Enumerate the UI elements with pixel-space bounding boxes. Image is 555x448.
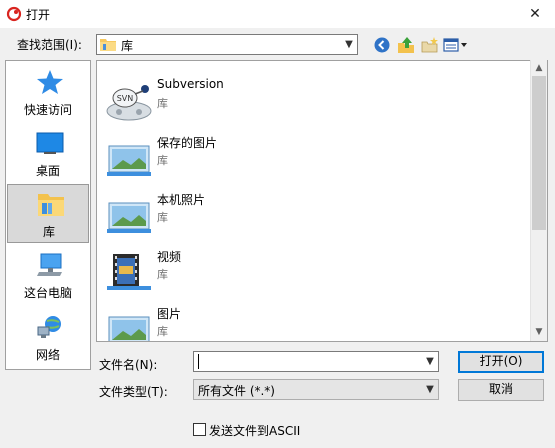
library-folder-icon	[100, 39, 116, 51]
ascii-checkbox-label[interactable]: 发送文件到ASCII	[209, 422, 300, 439]
picture-library-icon	[107, 145, 151, 176]
lookin-combo[interactable]: 库 ▼	[96, 34, 358, 55]
window-title: 打开	[26, 8, 51, 22]
place-this-pc[interactable]: 这台电脑	[7, 246, 89, 305]
star-icon	[37, 70, 63, 94]
lookin-label: 查找范围(I):	[17, 38, 82, 52]
place-label: 桌面	[35, 164, 60, 178]
place-network[interactable]: 网络	[7, 308, 89, 367]
file-list[interactable]: SVN Subversion 库 保存的图片 库 本机照片 库 视频 库 图片 …	[96, 60, 548, 342]
place-quick-access[interactable]: 快速访问	[7, 63, 89, 122]
place-label: 这台电脑	[23, 286, 72, 300]
list-item-saved-pictures[interactable]: 保存的图片 库	[105, 134, 525, 184]
chevron-down-icon[interactable]: ▼	[422, 352, 438, 371]
filename-input[interactable]: ▼	[193, 351, 439, 372]
close-button[interactable]: ✕	[520, 2, 550, 26]
list-item-videos[interactable]: 视频 库	[105, 248, 525, 298]
list-item-camera-roll[interactable]: 本机照片 库	[105, 191, 525, 241]
place-label: 快速访问	[23, 103, 72, 117]
place-label: 网络	[35, 348, 60, 362]
list-item-subversion[interactable]: SVN Subversion 库	[105, 77, 525, 127]
cancel-button[interactable]: 取消	[458, 379, 544, 401]
place-label: 库	[42, 225, 55, 239]
chevron-down-icon[interactable]: ▼	[422, 380, 438, 399]
chevron-down-icon[interactable]: ▼	[341, 35, 357, 54]
scroll-up-arrow-icon[interactable]: ▲	[531, 60, 547, 76]
video-library-icon	[107, 254, 151, 290]
item-type: 库	[157, 154, 168, 167]
filetype-select[interactable]: 所有文件 (*.*) ▼	[193, 379, 439, 400]
picture-library-icon	[107, 202, 151, 233]
filetype-label: 文件类型(T):	[99, 385, 168, 399]
places-bar: 快速访问 桌面 库 这台电脑 网络	[5, 60, 91, 370]
computer-icon	[37, 253, 62, 276]
title-bar: 打开 ✕	[0, 0, 555, 28]
item-name: 本机照片	[157, 193, 206, 207]
open-button[interactable]: 打开(O)	[458, 351, 544, 373]
back-icon[interactable]	[372, 35, 392, 55]
filetype-value: 所有文件 (*.*)	[198, 384, 275, 398]
scroll-thumb[interactable]	[532, 76, 546, 230]
list-item-pictures[interactable]: 图片 库	[105, 305, 525, 341]
item-type: 库	[157, 97, 168, 110]
item-name: 图片	[157, 307, 182, 321]
library-folder-icon	[38, 194, 64, 216]
item-type: 库	[157, 211, 168, 224]
item-type: 库	[157, 268, 168, 281]
filename-label: 文件名(N):	[99, 358, 158, 372]
item-name: 保存的图片	[157, 136, 218, 150]
desktop-icon	[36, 132, 64, 154]
up-folder-icon[interactable]	[396, 35, 416, 55]
view-menu-icon[interactable]	[442, 35, 470, 55]
network-icon	[37, 316, 61, 338]
text-caret	[198, 354, 199, 369]
vertical-scrollbar[interactable]: ▲ ▼	[530, 60, 547, 341]
scroll-down-arrow-icon[interactable]: ▼	[531, 324, 547, 340]
lookin-value: 库	[121, 39, 134, 53]
item-name: 视频	[157, 250, 182, 264]
item-name: Subversion	[157, 77, 224, 91]
item-type: 库	[157, 325, 168, 338]
svg-text:SVN: SVN	[117, 94, 134, 103]
app-logo-icon	[6, 6, 22, 22]
ascii-checkbox[interactable]	[193, 423, 206, 436]
place-library[interactable]: 库	[7, 184, 89, 243]
picture-library-icon	[108, 316, 150, 341]
place-desktop[interactable]: 桌面	[7, 124, 89, 183]
svn-icon: SVN	[106, 85, 152, 121]
new-folder-icon[interactable]	[420, 35, 440, 55]
